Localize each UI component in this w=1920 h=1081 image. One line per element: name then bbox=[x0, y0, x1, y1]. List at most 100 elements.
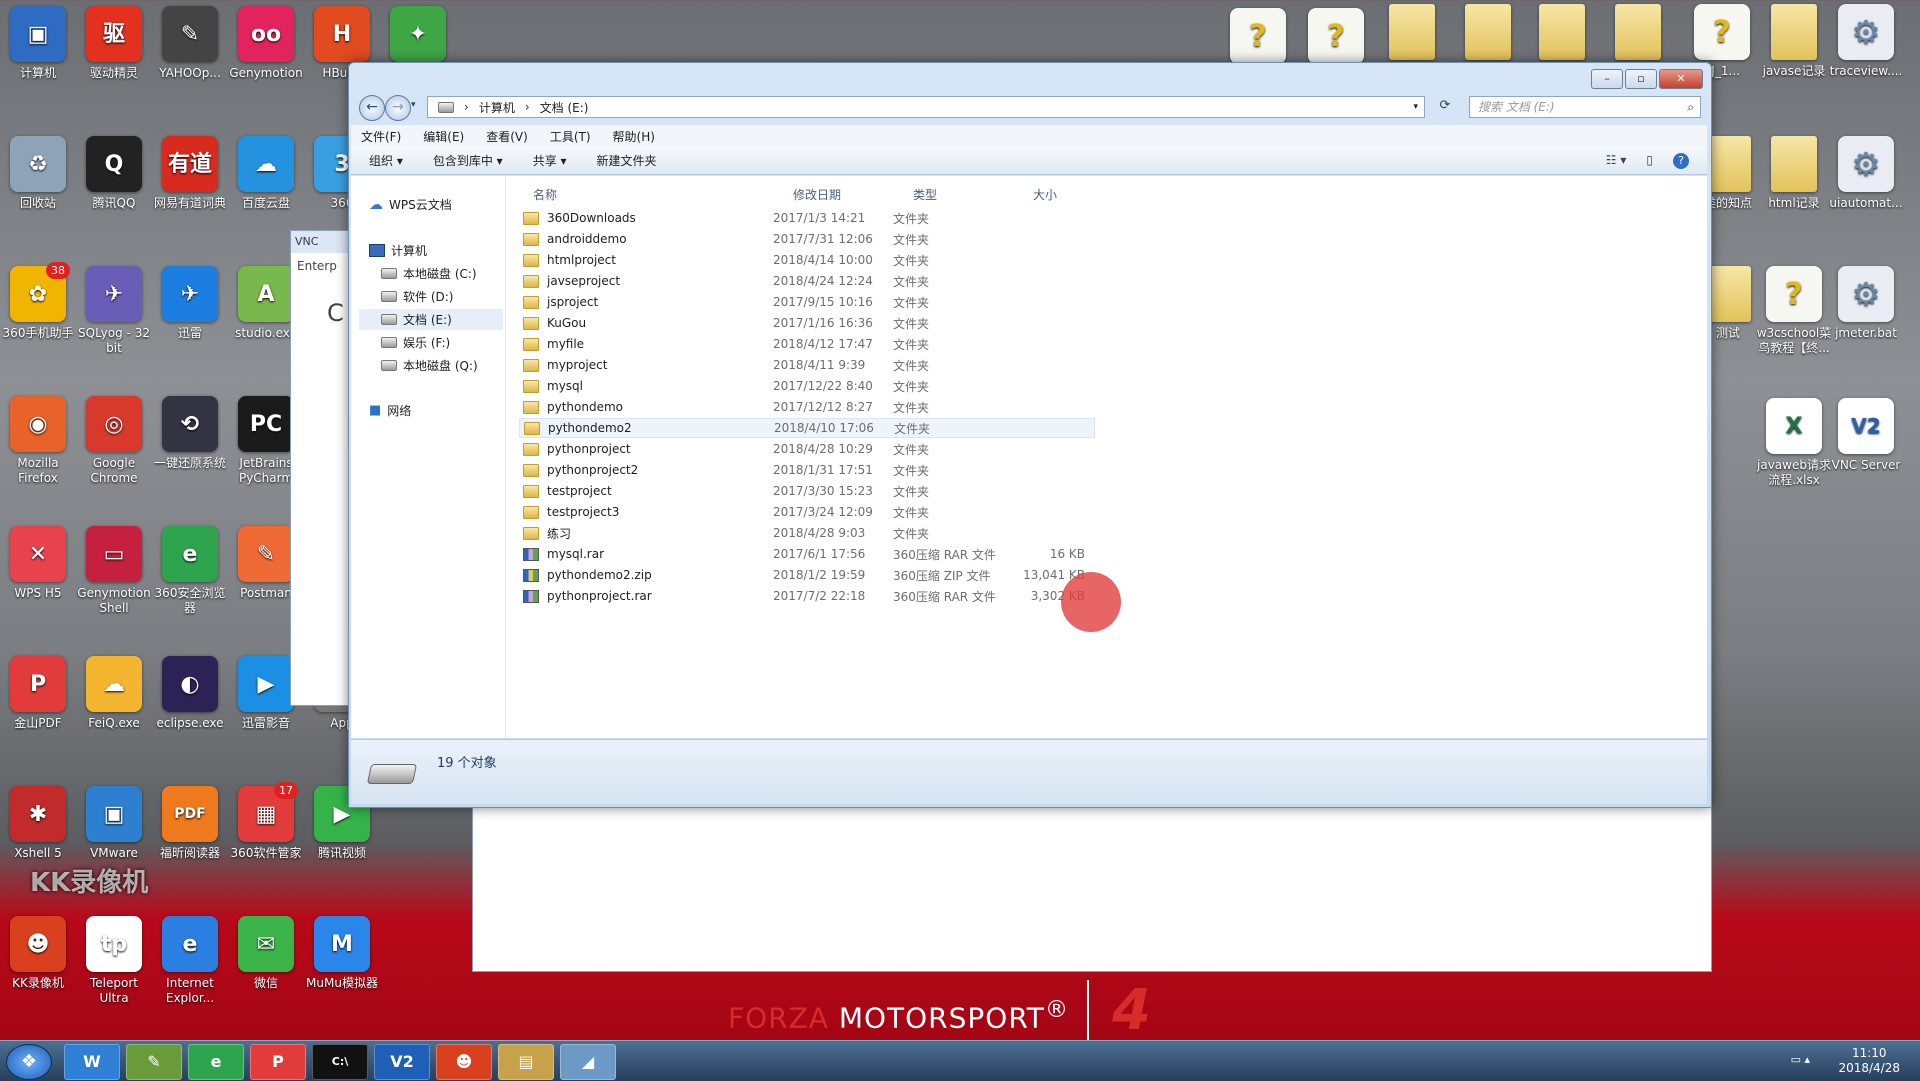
taskbar-app-button[interactable]: ☻ bbox=[436, 1044, 492, 1080]
desktop-icon[interactable]: ▣ 计算机 bbox=[0, 6, 76, 81]
desktop-icon[interactable]: tp Teleport Ultra bbox=[76, 916, 152, 1006]
desktop-icon[interactable]: ▣ VMware bbox=[76, 786, 152, 861]
recent-pages-chevron-icon[interactable]: ▾ bbox=[411, 100, 416, 110]
desktop-icon[interactable]: ✈ SQLyog - 32 bit bbox=[76, 266, 152, 356]
desktop-icon[interactable]: Q 腾讯QQ bbox=[76, 136, 152, 211]
preview-pane-icon[interactable]: ▯ bbox=[1646, 153, 1653, 169]
breadcrumb-separator-icon[interactable]: › bbox=[525, 100, 530, 114]
desktop-icon[interactable]: V2 VNC Server bbox=[1828, 398, 1904, 473]
nav-drive-f[interactable]: 娱乐 (F:) bbox=[381, 334, 450, 351]
file-row[interactable]: javseproject 2018/4/24 12:24 文件夹 bbox=[519, 271, 1095, 291]
start-button[interactable]: ❖ bbox=[6, 1044, 52, 1080]
desktop-icon[interactable] bbox=[1374, 4, 1450, 64]
file-row[interactable]: pythonproject2 2018/1/31 17:51 文件夹 bbox=[519, 460, 1095, 480]
file-row[interactable]: htmlproject 2018/4/14 10:00 文件夹 bbox=[519, 250, 1095, 270]
background-text-window[interactable] bbox=[472, 806, 1712, 972]
desktop-icon[interactable]: ✿ 38 360手机助手 bbox=[0, 262, 76, 341]
file-row[interactable]: mysql 2017/12/22 8:40 文件夹 bbox=[519, 376, 1095, 396]
taskbar-app-button[interactable]: ▤ bbox=[498, 1044, 554, 1080]
vnc-tab[interactable]: Enterp bbox=[291, 253, 353, 279]
file-row[interactable]: testproject3 2017/3/24 12:09 文件夹 bbox=[519, 502, 1095, 522]
nav-drive-c[interactable]: 本地磁盘 (C:) bbox=[381, 265, 477, 282]
file-row[interactable]: testproject 2017/3/30 15:23 文件夹 bbox=[519, 481, 1095, 501]
breadcrumb-separator-icon[interactable]: › bbox=[464, 100, 469, 114]
file-row[interactable]: 360Downloads 2017/1/3 14:21 文件夹 bbox=[519, 208, 1095, 228]
desktop-icon[interactable] bbox=[1450, 4, 1526, 64]
desktop-icon[interactable]: ☻ KK录像机 bbox=[0, 916, 76, 991]
help-icon[interactable]: ? bbox=[1673, 152, 1689, 169]
desktop-icon[interactable]: ✈ 迅雷 bbox=[152, 266, 228, 341]
taskbar-app-button[interactable]: V2 bbox=[374, 1044, 430, 1080]
file-row[interactable]: androiddemo 2017/7/31 12:06 文件夹 bbox=[519, 229, 1095, 249]
desktop-icon[interactable]: ◐ eclipse.exe bbox=[152, 656, 228, 731]
column-header-name[interactable]: 名称 bbox=[533, 186, 557, 203]
desktop-icon[interactable]: ⚙ uiautomat... bbox=[1828, 136, 1904, 211]
maximize-button[interactable]: ▫ bbox=[1625, 69, 1657, 89]
desktop-icon[interactable]: ◉ Mozilla Firefox bbox=[0, 396, 76, 486]
file-row[interactable]: jsproject 2017/9/15 10:16 文件夹 bbox=[519, 292, 1095, 312]
file-row[interactable]: pythonproject.rar 2017/7/2 22:18 360压缩 RAR… bbox=[519, 586, 1095, 606]
new-folder-button[interactable]: 新建文件夹 bbox=[597, 152, 657, 169]
breadcrumb-computer[interactable]: 计算机 bbox=[479, 99, 515, 116]
desktop-icon[interactable]: ☁ 百度云盘 bbox=[228, 136, 304, 211]
desktop-icon[interactable]: javase记录 bbox=[1756, 4, 1832, 79]
desktop-icon[interactable]: ✦ bbox=[380, 6, 456, 66]
desktop-icon[interactable]: html记录 bbox=[1756, 136, 1832, 211]
search-input[interactable]: 搜索 文档 (E:) ⌕ bbox=[1469, 96, 1701, 118]
file-row[interactable]: KuGou 2017/1/16 16:36 文件夹 bbox=[519, 313, 1095, 333]
breadcrumb-drive-e[interactable]: 文档 (E:) bbox=[540, 99, 589, 116]
nav-wps-cloud[interactable]: ☁ WPS云文档 bbox=[369, 196, 452, 213]
desktop-icon[interactable]: P 金山PDF bbox=[0, 656, 76, 731]
file-row[interactable]: 练习 2018/4/28 9:03 文件夹 bbox=[519, 523, 1095, 543]
taskbar-app-button[interactable]: W bbox=[64, 1044, 120, 1080]
desktop-icon[interactable]: Xjavaweb请求流程.xlsx bbox=[1756, 398, 1832, 488]
desktop-icon[interactable]: ⚙ traceview.... bbox=[1828, 4, 1904, 79]
nav-drive-q[interactable]: 本地磁盘 (Q:) bbox=[381, 357, 478, 374]
nav-computer[interactable]: 计算机 bbox=[369, 242, 427, 259]
refresh-icon[interactable]: ⟳ bbox=[1433, 98, 1457, 118]
desktop-icon[interactable]: ? bbox=[1220, 8, 1296, 68]
menu-file[interactable]: 文件(F) bbox=[361, 128, 401, 145]
desktop-icon[interactable]: ▭ Genymotion Shell bbox=[76, 526, 152, 616]
clock[interactable]: 11:10 2018/4/28 bbox=[1838, 1046, 1900, 1076]
desktop-icon[interactable]: ✎ YAHOOp... bbox=[152, 6, 228, 81]
desktop-icon[interactable]: M MuMu模拟器 bbox=[304, 916, 380, 991]
include-in-library-button[interactable]: 包含到库中 ▾ bbox=[433, 152, 503, 169]
desktop-icon[interactable]: ✉ 微信 bbox=[228, 916, 304, 991]
column-header-type[interactable]: 类型 bbox=[913, 186, 937, 203]
desktop-icon[interactable]: ? w3cschool菜鸟教程【终... bbox=[1756, 266, 1832, 356]
taskbar-app-button[interactable]: ✎ bbox=[126, 1044, 182, 1080]
taskbar-app-button[interactable]: C:\ bbox=[312, 1044, 368, 1080]
desktop-icon[interactable]: ⚙ jmeter.bat bbox=[1828, 266, 1904, 341]
column-header-size[interactable]: 大小 bbox=[1033, 186, 1057, 203]
file-row[interactable]: pythondemo2.zip 2018/1/2 19:59 360压缩 ZIP 文… bbox=[519, 565, 1095, 585]
desktop-icon[interactable]: e Internet Explor... bbox=[152, 916, 228, 1006]
desktop-icon[interactable]: ✱ Xshell 5 bbox=[0, 786, 76, 861]
desktop-icon[interactable]: e 360安全浏览器 bbox=[152, 526, 228, 616]
desktop-icon[interactable] bbox=[1524, 4, 1600, 64]
organize-button[interactable]: 组织 ▾ bbox=[369, 152, 403, 169]
desktop-icon[interactable]: ✕ WPS H5 bbox=[0, 526, 76, 601]
menu-help[interactable]: 帮助(H) bbox=[613, 128, 655, 145]
desktop-icon[interactable]: ⟲ 一键还原系统 bbox=[152, 396, 228, 471]
file-row[interactable]: pythondemo2 2018/4/10 17:06 文件夹 bbox=[519, 418, 1095, 438]
desktop-icon[interactable]: ? bbox=[1298, 8, 1374, 68]
view-options-icon[interactable]: ☷ ▾ bbox=[1606, 153, 1627, 169]
taskbar-app-button[interactable]: e bbox=[188, 1044, 244, 1080]
nav-drive-e[interactable]: 文档 (E:) bbox=[359, 309, 503, 330]
desktop-icon[interactable]: ▦ 17 360软件管家 bbox=[228, 782, 304, 861]
file-row[interactable]: pythonproject 2018/4/28 10:29 文件夹 bbox=[519, 439, 1095, 459]
nav-drive-d[interactable]: 软件 (D:) bbox=[381, 288, 453, 305]
taskbar-app-button[interactable]: ◢ bbox=[560, 1044, 616, 1080]
background-vnc-window[interactable]: VNC Enterp C bbox=[290, 230, 354, 706]
desktop-icon[interactable]: 有道 网易有道词典 bbox=[152, 136, 228, 211]
minimize-button[interactable]: – bbox=[1591, 69, 1623, 89]
desktop-icon[interactable]: ☁ FeiQ.exe bbox=[76, 656, 152, 731]
desktop-icon[interactable]: 驱驱动精灵 bbox=[76, 6, 152, 81]
share-button[interactable]: 共享 ▾ bbox=[533, 152, 567, 169]
menu-edit[interactable]: 编辑(E) bbox=[423, 128, 464, 145]
nav-network[interactable]: ■ 网络 bbox=[369, 402, 411, 419]
menu-view[interactable]: 查看(V) bbox=[486, 128, 528, 145]
forward-arrow-icon[interactable]: → bbox=[385, 95, 411, 121]
address-dropdown-icon[interactable]: ▾ bbox=[1413, 102, 1418, 112]
